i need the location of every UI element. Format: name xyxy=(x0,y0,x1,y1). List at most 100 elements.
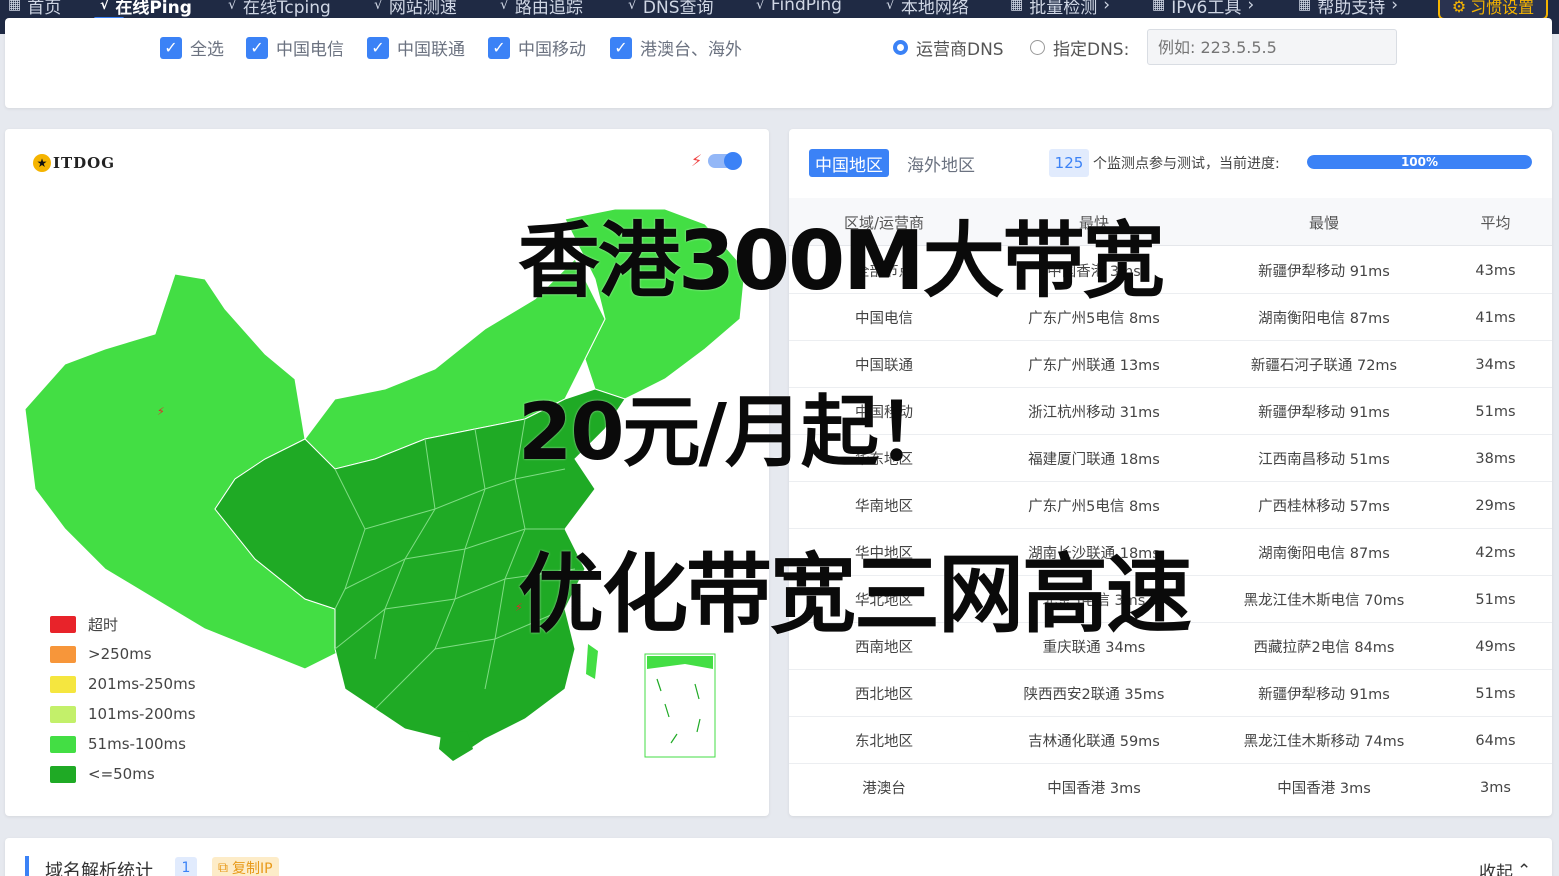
column-header[interactable]: 平均 xyxy=(1439,198,1552,246)
table-cell: 3ms xyxy=(1480,779,1511,796)
check-icon: ✓ xyxy=(367,36,389,59)
radio-custom-dns[interactable]: 指定DNS: xyxy=(1030,35,1129,60)
table-cell: 广西桂林移动 57ms xyxy=(1258,499,1390,515)
node-count-badge: 125 xyxy=(1049,149,1089,177)
chevron-right-icon: › xyxy=(1247,0,1255,15)
checkbox-mobile[interactable]: ✓ 中国移动 xyxy=(488,35,586,60)
table-cell: 吉林通化联通 59ms xyxy=(1028,734,1160,750)
table-cell: 51ms xyxy=(1475,403,1516,420)
tab-overseas[interactable]: 海外地区 xyxy=(901,149,981,177)
latency-legend: 超时 >250ms 201ms-250ms 101ms-200ms 51ms-1… xyxy=(50,609,196,789)
progress-fill: 100% xyxy=(1307,155,1532,169)
tab-china[interactable]: 中国地区 xyxy=(809,149,889,177)
lightning-icon: ⚡ xyxy=(691,151,703,170)
dog-icon: ★ xyxy=(33,154,51,172)
table-row: 港澳台 中国香港 3ms 中国香港 3ms 3ms xyxy=(789,764,1552,811)
promo-price: 20元/月起！ xyxy=(518,388,955,478)
table-cell: 黑龙江佳木斯电信 70ms xyxy=(1243,593,1405,609)
table-cell: 新疆伊犁移动 91ms xyxy=(1258,264,1390,280)
table-row: 东北地区 吉林通化联通 59ms 黑龙江佳木斯移动 74ms 64ms xyxy=(789,717,1552,764)
legend-item: 101ms-200ms xyxy=(50,699,196,729)
table-cell: 浙江杭州移动 31ms xyxy=(1028,405,1160,421)
gear-icon: ⚙ xyxy=(1451,0,1467,16)
check-icon: ✓ xyxy=(246,36,268,59)
table-cell: 34ms xyxy=(1475,356,1516,373)
check-icon: ✓ xyxy=(160,36,182,59)
legend-item: >250ms xyxy=(50,639,196,669)
table-cell: 广东广州联通 13ms xyxy=(1028,358,1160,374)
promo-tagline: 优化带宽三网高速 xyxy=(518,545,1192,645)
table-cell: 51ms xyxy=(1475,685,1516,702)
legend-item: 51ms-100ms xyxy=(50,729,196,759)
checkbox-overseas[interactable]: ✓ 港澳台、海外 xyxy=(610,35,742,60)
copy-ip-button[interactable]: ⧉ 复制IP xyxy=(212,857,279,876)
check-icon: ✓ xyxy=(610,36,632,59)
table-cell: 64ms xyxy=(1475,732,1516,749)
table-cell: 新疆石河子联通 72ms xyxy=(1250,358,1398,374)
nav-item-findping[interactable]: √ FindPing xyxy=(756,0,842,17)
region-hainan xyxy=(439,731,473,761)
chevron-right-icon: › xyxy=(1391,0,1399,15)
dns-input[interactable] xyxy=(1147,29,1397,65)
checkbox-telecom[interactable]: ✓ 中国电信 xyxy=(246,35,344,60)
section-accent xyxy=(25,856,29,876)
nav-item-dns[interactable]: √ DNS查询 xyxy=(628,0,714,18)
grid-icon: ▦ xyxy=(8,0,22,13)
pulse-icon: √ xyxy=(886,0,895,13)
table-cell: 38ms xyxy=(1475,450,1516,467)
map-animation-toggle[interactable] xyxy=(708,152,742,170)
radio-isp-dns[interactable]: 运营商DNS xyxy=(893,35,1004,60)
timeout-marker-icon: ⚡ xyxy=(157,405,165,418)
table-cell: 湖南衡阳电信 87ms xyxy=(1258,546,1390,562)
settings-button[interactable]: ⚙ 习惯设置 xyxy=(1438,0,1548,20)
pulse-icon: √ xyxy=(374,0,383,13)
table-cell: 中国香港 3ms xyxy=(1047,781,1141,797)
pulse-icon: √ xyxy=(100,0,110,13)
promo-headline: 香港300M大带宽 xyxy=(518,214,1165,309)
nav-item-tcping[interactable]: √ 在线Tcping xyxy=(228,0,331,18)
grid-icon: ▦ xyxy=(1010,0,1024,13)
table-cell: 陕西西安2联通 35ms xyxy=(1023,687,1165,703)
section-title: 域名解析统计 xyxy=(45,861,153,876)
nav-item-help[interactable]: ▦ 帮助支持 › xyxy=(1298,0,1399,18)
table-row: 华南地区 广东广州5电信 8ms 广西桂林移动 57ms 29ms xyxy=(789,482,1552,529)
nav-item-speedtest[interactable]: √ 网站测速 xyxy=(374,0,457,18)
nav-item-batch[interactable]: ▦ 批量检测 › xyxy=(1010,0,1110,18)
check-icon: ✓ xyxy=(488,36,510,59)
column-header[interactable]: 最慢 xyxy=(1209,198,1439,246)
table-cell: 黑龙江佳木斯移动 74ms xyxy=(1243,734,1405,750)
table-cell: 华南地区 xyxy=(855,499,913,515)
table-cell: 东北地区 xyxy=(855,734,913,750)
pulse-icon: √ xyxy=(500,0,509,13)
table-cell: 29ms xyxy=(1475,497,1516,514)
checkbox-select-all[interactable]: ✓ 全选 xyxy=(160,35,224,60)
table-cell: 广东广州5电信 8ms xyxy=(1028,499,1160,515)
copy-icon: ⧉ xyxy=(218,860,228,876)
pulse-icon: √ xyxy=(756,0,765,13)
nav-item-local-network[interactable]: √ 本地网络 xyxy=(886,0,969,18)
nav-item-home[interactable]: ▦ 首页 xyxy=(8,0,61,18)
legend-item: 201ms-250ms xyxy=(50,669,196,699)
chevron-up-icon: ⌃ xyxy=(1517,860,1532,876)
itdog-logo: ★ ITDOG xyxy=(33,154,115,172)
nav-item-ping[interactable]: √ 在线Ping xyxy=(100,0,192,18)
checkbox-unicom[interactable]: ✓ 中国联通 xyxy=(367,35,465,60)
dns-stats-panel: 域名解析统计 1 ⧉ 复制IP 收起 ⌃ xyxy=(5,838,1552,876)
table-cell: 43ms xyxy=(1475,262,1516,279)
table-cell: 51ms xyxy=(1475,591,1516,608)
table-cell: 西藏拉萨2电信 84ms xyxy=(1253,640,1395,656)
grid-icon: ▦ xyxy=(1298,0,1312,13)
nav-item-ipv6[interactable]: ▦ IPv6工具 › xyxy=(1152,0,1255,18)
filter-panel: ✓ 全选 ✓ 中国电信 ✓ 中国联通 ✓ 中国移动 ✓ 港澳台、海外 运营商DNS 指定D… xyxy=(5,18,1552,108)
table-cell: 中国香港 3ms xyxy=(1277,781,1371,797)
table-row: 西北地区 陕西西安2联通 35ms 新疆伊犁移动 91ms 51ms xyxy=(789,670,1552,717)
nav-item-traceroute[interactable]: √ 路由追踪 xyxy=(500,0,583,18)
collapse-button[interactable]: 收起 ⌃ xyxy=(1479,858,1531,876)
pulse-icon: √ xyxy=(628,0,637,13)
table-cell: 江西南昌移动 51ms xyxy=(1258,452,1390,468)
table-cell: 新疆伊犁移动 91ms xyxy=(1258,405,1390,421)
table-cell: 湖南衡阳电信 87ms xyxy=(1258,311,1390,327)
region-taiwan xyxy=(586,644,598,679)
table-cell: 新疆伊犁移动 91ms xyxy=(1258,687,1390,703)
south-china-sea-inset xyxy=(644,653,716,758)
